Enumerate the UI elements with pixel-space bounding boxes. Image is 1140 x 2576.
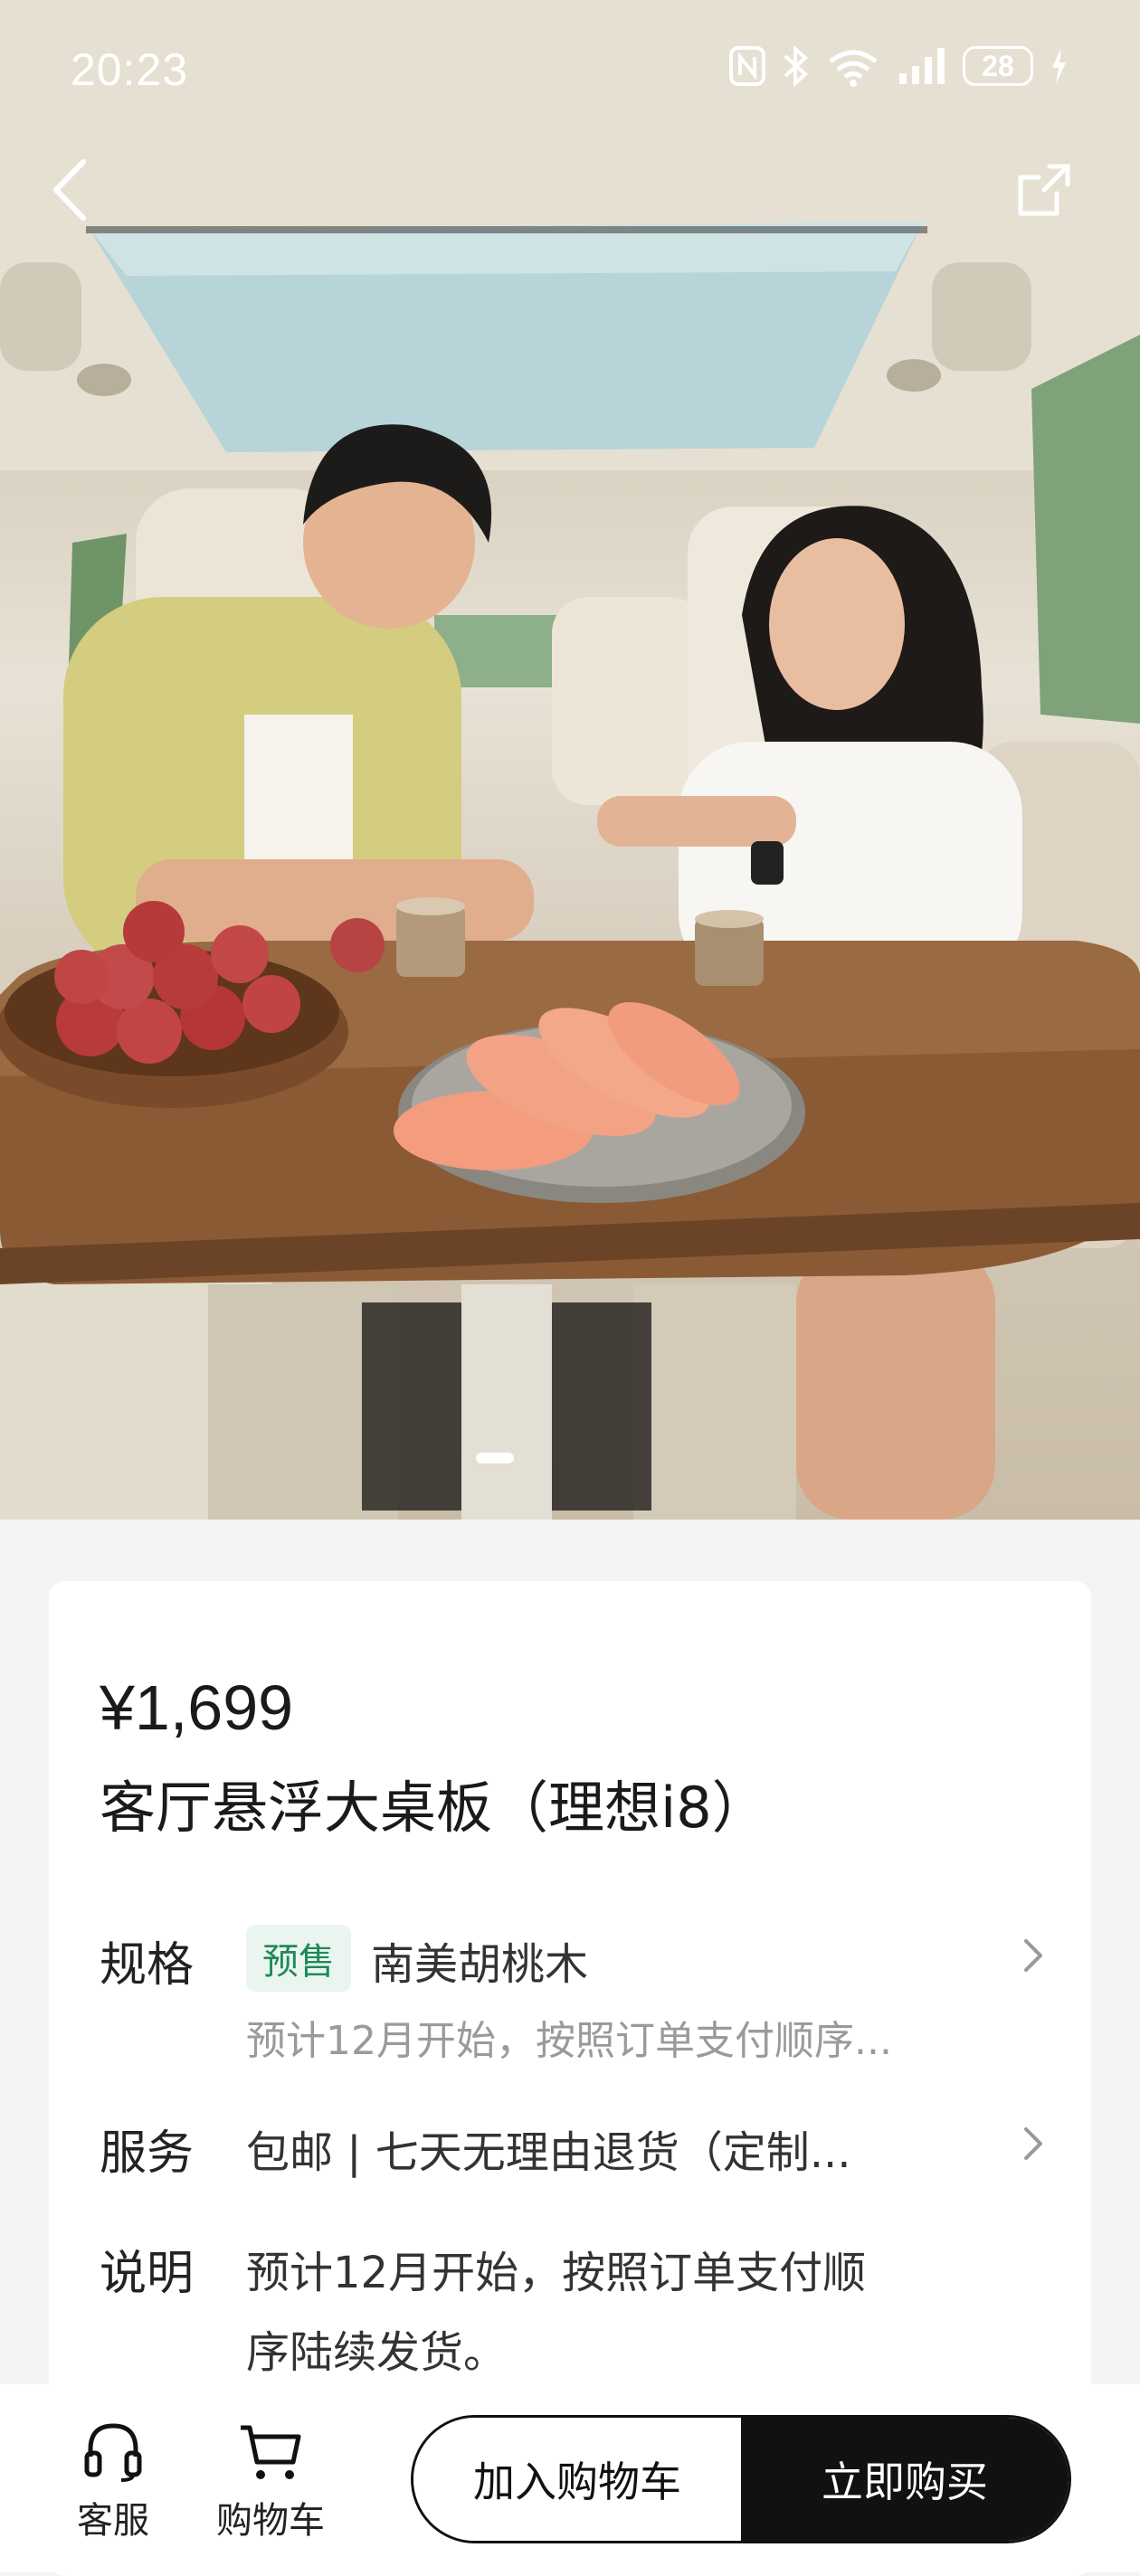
status-bar: 20:23 28: [0, 0, 1140, 136]
product-price: ¥1,699: [100, 1672, 294, 1743]
wifi-icon: [829, 50, 878, 87]
chevron-right-icon: [1024, 1939, 1042, 1972]
spec-row[interactable]: 规格 预售 南美胡桃木 预计12月开始，按照订单支付顺序...: [49, 1907, 1091, 2069]
description-line-2: 序陆续发货。: [246, 2327, 508, 2378]
spec-value: 南美胡桃木: [371, 1939, 589, 1990]
status-icons: 28: [729, 45, 1068, 87]
cart-icon: [241, 2425, 301, 2479]
spec-label: 规格: [100, 1938, 195, 1993]
chevron-left-icon: [53, 159, 86, 221]
battery-indicator: 28: [963, 46, 1033, 86]
purchase-actions: 加入购物车 立即购买: [411, 2415, 1071, 2543]
back-button[interactable]: [34, 154, 107, 226]
spec-note: 预计12月开始，按照订单支付顺序...: [246, 2018, 892, 2064]
bluetooth-icon: [784, 45, 808, 87]
bottom-action-bar: 客服 购物车 加入购物车 立即购买: [0, 2384, 1140, 2572]
share-button[interactable]: [1008, 154, 1080, 226]
description-row: 说明 预计12月开始，按照订单支付顺 序陆续发货。: [49, 2219, 1091, 2400]
customer-service-label: 客服: [77, 2500, 149, 2542]
description-label: 说明: [100, 2247, 195, 2301]
buy-now-button[interactable]: 立即购买: [741, 2418, 1069, 2541]
share-icon: [1018, 164, 1070, 216]
headset-icon: [84, 2423, 142, 2482]
status-time: 20:23: [71, 44, 189, 95]
product-image-gallery[interactable]: 20:23 28: [0, 0, 1140, 1520]
presale-badge: 预售: [246, 1925, 351, 1992]
cart-button[interactable]: 购物车: [203, 2420, 338, 2543]
add-to-cart-button[interactable]: 加入购物车: [413, 2418, 741, 2541]
description-line-1: 预计12月开始，按照订单支付顺: [246, 2248, 867, 2298]
nfc-icon: [729, 46, 765, 86]
product-photo: [0, 0, 1140, 1520]
service-row[interactable]: 服务 包邮 | 七天无理由退货（定制...: [49, 2097, 1091, 2187]
gallery-page-indicator[interactable]: [476, 1453, 514, 1463]
product-title: 客厅悬浮大桌板（理想i8）: [100, 1775, 768, 1841]
chevron-right-icon: [1024, 2127, 1042, 2160]
charging-icon: [1052, 48, 1066, 84]
cart-label: 购物车: [216, 2500, 325, 2542]
service-value: 包邮 | 七天无理由退货（定制...: [246, 2127, 851, 2178]
signal-icon: [899, 48, 945, 84]
customer-service-button[interactable]: 客服: [45, 2420, 181, 2543]
service-label: 服务: [100, 2126, 195, 2181]
